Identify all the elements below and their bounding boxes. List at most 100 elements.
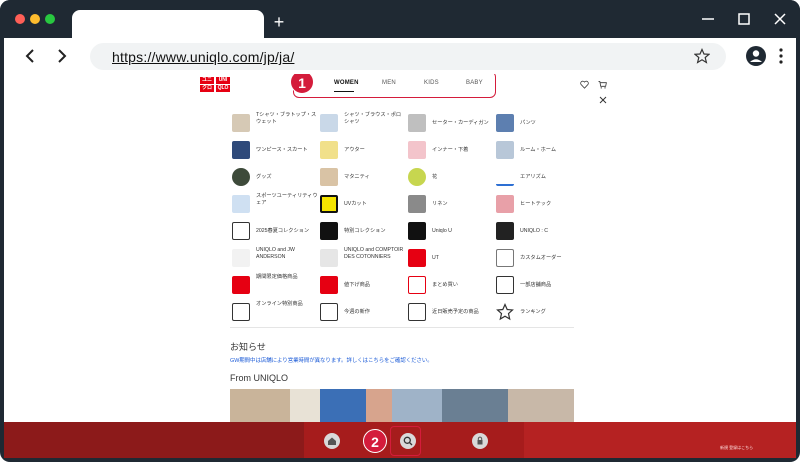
innerwear-icon — [408, 141, 426, 159]
profile-avatar-icon[interactable] — [746, 46, 766, 66]
category-item[interactable]: スポーツユーティリティウェア — [230, 193, 318, 217]
airism-logo-icon — [496, 168, 514, 186]
maximize-icon[interactable] — [736, 11, 752, 27]
uniqlo-logo[interactable]: ユニ UNI クロ QLO — [200, 77, 230, 93]
new-arrivals-icon — [320, 303, 338, 321]
signup-text[interactable]: 新規 登録はこちら — [720, 445, 753, 451]
appbar-background-right — [524, 422, 796, 458]
category-item[interactable]: エアリズム — [494, 166, 580, 190]
category-item[interactable]: ルーム・ホーム — [494, 139, 580, 163]
category-item[interactable]: ワンピース・スカート — [230, 139, 316, 163]
category-item[interactable]: UNIQLO : C — [494, 220, 580, 244]
uv-cut-icon — [320, 195, 338, 213]
search-icon[interactable] — [400, 433, 416, 449]
category-item[interactable]: マタニティ — [318, 166, 404, 190]
uniqlo-u-logo-icon — [408, 222, 426, 240]
from-uniqlo-heading: From UNIQLO — [230, 373, 289, 383]
category-tabs: WOMEN MEN KIDS BABY — [293, 74, 496, 98]
home-icon[interactable] — [324, 433, 340, 449]
news-heading: お知らせ — [230, 342, 266, 352]
close-icon[interactable] — [772, 11, 788, 27]
forward-arrow-icon[interactable] — [52, 47, 70, 65]
category-item[interactable]: 特別コレクション — [318, 220, 404, 244]
tab-kids[interactable]: KIDS — [424, 80, 439, 86]
minimize-window-dot[interactable] — [30, 14, 40, 24]
category-item[interactable]: アウター — [318, 139, 404, 163]
category-item[interactable]: まとめ買い — [406, 274, 492, 298]
new-tab-button[interactable]: + — [271, 13, 287, 31]
back-arrow-icon[interactable] — [22, 47, 40, 65]
bottom-app-bar: 2 新規 登録はこちら — [4, 422, 796, 458]
tab-women[interactable]: WOMEN — [334, 80, 359, 86]
category-item[interactable]: 一部店舗商品 — [494, 274, 580, 298]
category-item[interactable]: 近日販売予定の商品 — [406, 301, 492, 325]
tshirt-icon — [232, 114, 250, 132]
flower-icon — [408, 168, 426, 186]
category-item[interactable]: 期間限定価格商品 — [230, 274, 316, 298]
address-bar[interactable]: https://www.uniqlo.com/jp/ja/ — [90, 43, 726, 70]
minimize-icon[interactable] — [700, 11, 716, 27]
tab-baby[interactable]: BABY — [466, 80, 483, 86]
category-item[interactable]: Uniqlo U — [406, 220, 492, 244]
bulk-buy-icon — [408, 276, 426, 294]
sport-utility-icon — [232, 195, 250, 213]
custom-order-icon — [496, 249, 514, 267]
store-icon — [496, 276, 514, 294]
dress-icon — [232, 141, 250, 159]
special-collection-icon — [320, 222, 338, 240]
category-item[interactable]: ランキング — [494, 301, 580, 325]
category-item[interactable]: オンライン特別商品 — [230, 301, 316, 325]
category-item[interactable]: 今週の新作 — [318, 301, 404, 325]
heart-icon[interactable] — [580, 80, 589, 89]
sweater-icon — [408, 114, 426, 132]
uniqlo-c-logo-icon — [496, 222, 514, 240]
linen-icon — [408, 195, 426, 213]
zoom-window-dot[interactable] — [45, 14, 55, 24]
more-menu-icon[interactable] — [778, 47, 784, 65]
browser-window: + https://www.uniqlo.com/jp/ja/ ユニ UNI ク… — [0, 0, 800, 462]
category-item[interactable]: カスタムオーダー — [494, 247, 580, 271]
category-item[interactable]: セーター・カーディガン — [406, 112, 492, 136]
category-item[interactable]: 花 — [406, 166, 492, 190]
bookmark-star-icon[interactable] — [694, 48, 710, 64]
appbar-background-left — [4, 422, 304, 458]
ranking-star-icon — [496, 303, 514, 321]
browser-tab[interactable] — [72, 10, 264, 40]
news-link[interactable]: GW期間中は店舗により営業時間が異なります。詳しくはこちらをご確認ください。 — [230, 356, 433, 364]
category-item[interactable]: シャツ・ブラウス・ポロシャツ — [318, 112, 404, 136]
step-badge-2: 2 — [363, 429, 387, 453]
heattech-icon — [496, 195, 514, 213]
category-item[interactable]: パンツ — [494, 112, 580, 136]
cart-icon[interactable] — [598, 80, 607, 89]
category-item[interactable]: Tシャツ・ブラトップ・スウェット — [230, 112, 316, 136]
category-item[interactable]: 2025春夏コレクション — [230, 220, 316, 244]
goods-icon — [232, 168, 250, 186]
maternity-icon — [320, 168, 338, 186]
category-item[interactable]: 値下げ商品 — [318, 274, 404, 298]
category-item[interactable]: UT — [406, 247, 492, 271]
tab-men[interactable]: MEN — [382, 80, 396, 86]
title-bar: + — [0, 0, 800, 40]
limited-price-icon — [232, 276, 250, 294]
section-divider — [230, 327, 574, 328]
active-tab-underline — [334, 91, 354, 92]
sale-icon — [320, 276, 338, 294]
category-item[interactable]: リネン — [406, 193, 492, 217]
category-item[interactable]: UNIQLO and JW ANDERSON — [230, 247, 316, 271]
account-icon[interactable] — [472, 433, 488, 449]
online-exclusive-icon — [232, 303, 250, 321]
category-item[interactable]: グッズ — [230, 166, 316, 190]
collection-icon — [232, 222, 250, 240]
category-item[interactable]: ヒートテック — [494, 193, 580, 217]
jw-anderson-logo-icon — [232, 249, 250, 267]
category-item[interactable]: UVカット — [318, 193, 404, 217]
calendar-icon — [408, 303, 426, 321]
outerwear-icon — [320, 141, 338, 159]
url-text[interactable]: https://www.uniqlo.com/jp/ja/ — [112, 49, 294, 65]
category-item[interactable]: UNIQLO and COMPTOIR DES COTONNIERS — [318, 247, 404, 271]
category-item[interactable]: インナー・下着 — [406, 139, 492, 163]
close-window-dot[interactable] — [15, 14, 25, 24]
close-menu-icon[interactable] — [599, 96, 607, 104]
pants-icon — [496, 114, 514, 132]
address-toolbar: https://www.uniqlo.com/jp/ja/ — [4, 38, 796, 74]
